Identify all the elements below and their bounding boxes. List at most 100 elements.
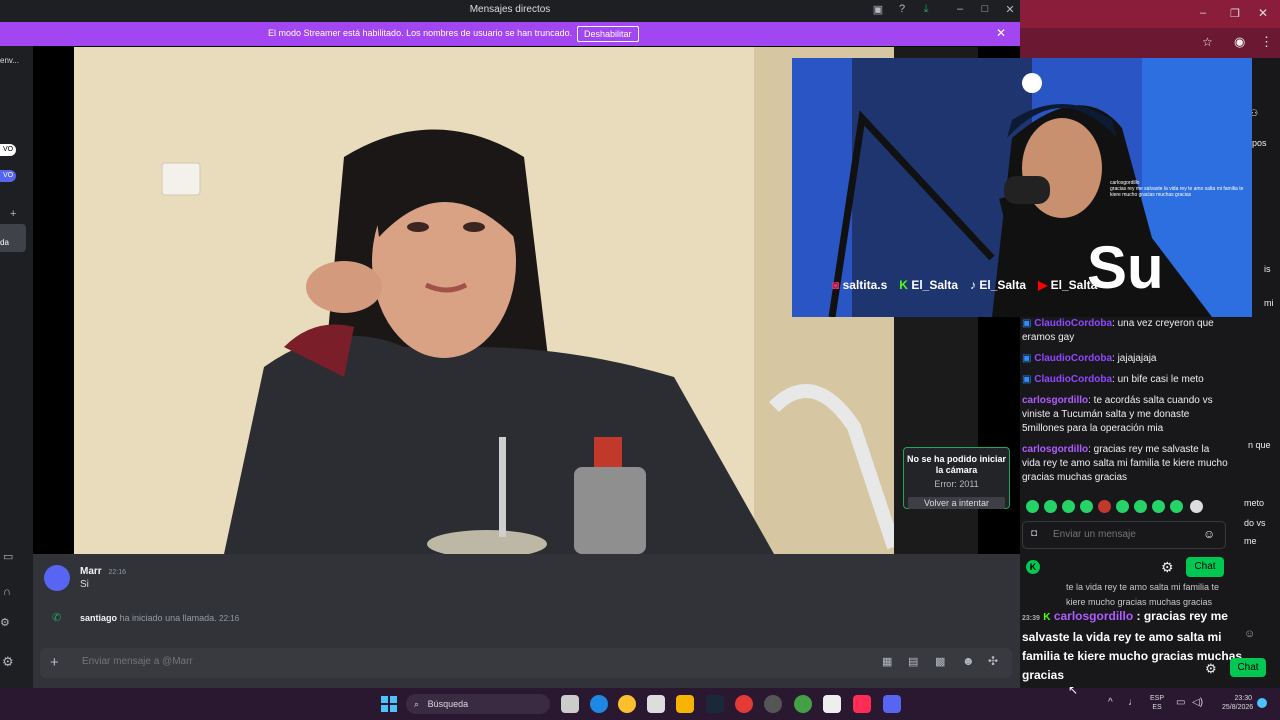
edge-icon[interactable]	[590, 695, 608, 713]
chat-input-box[interactable]: ◘ ☺	[1022, 521, 1226, 549]
kick-icon: K	[899, 278, 908, 292]
message-time: 22:16	[108, 569, 126, 576]
chat-button[interactable]: Chat	[1186, 557, 1224, 577]
message-author[interactable]: Marr	[80, 566, 102, 577]
emote-icon[interactable]	[1080, 500, 1093, 513]
tiktok-icon[interactable]	[853, 695, 871, 713]
disable-button[interactable]: Deshabilitar	[577, 26, 639, 42]
emoji-icon[interactable]: ☻	[962, 654, 975, 668]
network-icon[interactable]: ▭	[1176, 697, 1185, 708]
language-indicator[interactable]: ESP ES	[1150, 694, 1164, 712]
highlighted-username[interactable]: carlosgordillo	[1054, 609, 1133, 623]
steam-icon[interactable]	[706, 695, 724, 713]
notification-icon[interactable]	[1257, 698, 1267, 708]
add-icon[interactable]: +	[10, 208, 16, 220]
highlighted-message: 23:39 K carlosgordillo : gracias rey me …	[1022, 607, 1260, 685]
add-attachment-icon[interactable]: +	[50, 654, 59, 671]
avatar[interactable]	[44, 565, 70, 591]
emote-icon[interactable]	[1170, 500, 1183, 513]
retry-button[interactable]: Volver a intentar	[908, 497, 1005, 509]
inbox-icon[interactable]: ▣	[868, 3, 888, 16]
settings-icon[interactable]: ⚙	[0, 616, 10, 629]
windows-start-icon[interactable]	[381, 696, 397, 712]
restore-button[interactable]: ❐	[1230, 7, 1240, 20]
emote-picker-icon[interactable]: ☺	[1244, 628, 1255, 640]
emote-picker-icon[interactable]: ☺	[1203, 527, 1215, 541]
social-handle: El_Salta	[1050, 278, 1098, 292]
chat-badge-icon[interactable]: ◘	[1031, 528, 1037, 539]
chat-username[interactable]: carlosgordillo	[1022, 444, 1088, 455]
download-icon[interactable]: ⤓	[916, 3, 936, 16]
close-browser-button[interactable]: ✕	[1258, 6, 1268, 20]
instagram-icon: ◙	[832, 278, 840, 292]
capcut-icon[interactable]	[823, 695, 841, 713]
microphone-icon[interactable]: ♩	[1128, 697, 1138, 708]
store-icon[interactable]	[647, 695, 665, 713]
search-icon: ⌕	[414, 699, 420, 709]
fragment-text: meto	[1244, 498, 1265, 508]
apps-icon[interactable]: ✣	[988, 654, 998, 668]
chat-settings-icon[interactable]: ⚙	[1205, 661, 1217, 677]
call-event-user[interactable]: santiago	[80, 613, 117, 623]
profile-icon[interactable]: ◉	[1234, 34, 1245, 50]
gear-icon[interactable]: ⚙	[2, 654, 14, 670]
gif-icon[interactable]: ▤	[908, 655, 918, 668]
clock-date: 25/8/2026	[1222, 704, 1254, 711]
chat-input[interactable]	[1051, 528, 1195, 541]
maximize-button[interactable]: □	[975, 3, 995, 15]
fragment-text: n que	[1248, 440, 1271, 450]
chrome-icon[interactable]	[735, 695, 753, 713]
minimize-button[interactable]: –	[950, 3, 970, 15]
star-icon[interactable]: ☆	[1202, 35, 1213, 49]
emote-icon[interactable]	[1116, 500, 1129, 513]
fragment-text: pos	[1252, 138, 1267, 148]
chat-message: carlosgordillo: gracias rey me salvaste …	[1022, 443, 1228, 485]
fragment-text: is	[1264, 264, 1271, 274]
tiktok-icon: ♪	[970, 278, 977, 292]
help-icon[interactable]: ?	[892, 3, 912, 15]
clock-time: 23:30	[1234, 695, 1252, 702]
fragment-text: do vs	[1244, 518, 1266, 528]
emote-icon[interactable]	[1044, 500, 1057, 513]
clock[interactable]: 23:30 25/8/2026	[1222, 694, 1254, 712]
chrome-icon[interactable]	[794, 695, 812, 713]
app-icon[interactable]	[764, 695, 782, 713]
emote-icon[interactable]	[1098, 500, 1111, 513]
chat-username[interactable]: carlosgordillo	[1022, 395, 1088, 406]
emote-icon[interactable]	[1152, 500, 1165, 513]
chat-username[interactable]: ClaudioCordoba	[1034, 353, 1112, 364]
chrome-icon[interactable]	[618, 695, 636, 713]
taskbar-search[interactable]: ⌕ Búsqueda	[406, 694, 550, 714]
volume-icon[interactable]: ◁)	[1192, 697, 1203, 708]
chat-button-secondary[interactable]: Chat	[1230, 658, 1266, 677]
social-handle: saltita.s	[842, 278, 888, 292]
chat-username[interactable]: ClaudioCordoba	[1034, 318, 1112, 329]
gift-icon[interactable]: ▦	[882, 655, 892, 668]
chat-username[interactable]: ClaudioCordoba	[1034, 374, 1112, 385]
message-input[interactable]	[80, 655, 684, 668]
close-window-button[interactable]: ✕	[1000, 3, 1020, 16]
emote-icon[interactable]	[1062, 500, 1075, 513]
close-icon[interactable]: ✕	[996, 26, 1006, 40]
emote-icon[interactable]	[1134, 500, 1147, 513]
chat-message: ▣ ClaudioCordoba: un bife casi le meto	[1022, 373, 1228, 387]
rail-top-item[interactable]: env...	[0, 56, 19, 65]
chevron-up-icon[interactable]: ^	[1108, 697, 1113, 708]
folder-icon[interactable]	[676, 695, 694, 713]
browser-tab-bar: – ❐ ✕	[1020, 0, 1280, 28]
emote-icon[interactable]	[1026, 500, 1039, 513]
screen-icon[interactable]: ▭	[3, 550, 13, 563]
menu-icon[interactable]: ⋮	[1260, 34, 1273, 50]
message-input-box[interactable]: + ▦ ▤ ▩ ☻ ✣	[40, 648, 1012, 678]
chat-settings-icon[interactable]: ⚙	[1161, 559, 1174, 576]
sticker-icon[interactable]: ▩	[935, 655, 945, 668]
rail-item[interactable]: da	[0, 238, 9, 247]
discord-icon[interactable]	[883, 695, 901, 713]
headset-icon[interactable]: ∩	[3, 586, 11, 598]
emote-icon[interactable]	[1190, 500, 1203, 513]
minimize-button[interactable]: –	[1200, 7, 1206, 19]
language-code: ESP	[1150, 695, 1165, 702]
kick-icon[interactable]: K	[1026, 560, 1040, 574]
stream-mini-chat: carlosgordillo gracias rey me salvaste l…	[1110, 180, 1250, 198]
task-view-icon[interactable]	[561, 695, 579, 713]
